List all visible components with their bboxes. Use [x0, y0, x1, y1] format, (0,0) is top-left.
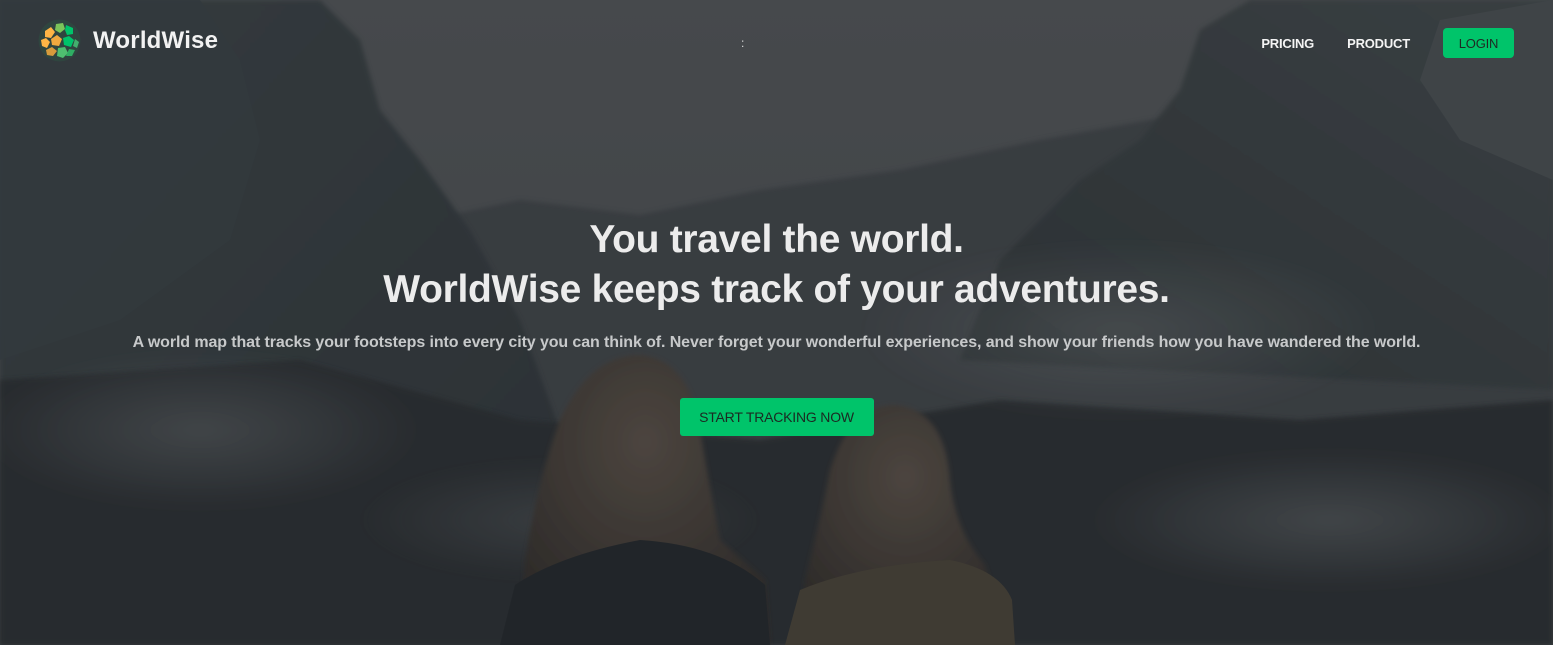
login-button[interactable]: LOGIN	[1443, 28, 1514, 58]
cta-wrapper: START TRACKING NOW	[0, 398, 1553, 436]
hero-headline-line1: You travel the world.	[589, 218, 964, 261]
hero-headline: You travel the world. WorldWise keeps tr…	[0, 215, 1553, 315]
hero-content: You travel the world. WorldWise keeps tr…	[0, 215, 1553, 436]
nav-center-text: :	[741, 36, 745, 50]
brand-logo[interactable]: WorldWise	[37, 18, 218, 63]
hero-headline-line2: WorldWise keeps track of your adventures…	[383, 268, 1170, 311]
brand-name: WorldWise	[93, 26, 219, 54]
globe-hexagon-icon	[38, 19, 81, 62]
nav-link-pricing[interactable]: PRICING	[1261, 36, 1314, 51]
hero-subline: A world map that tracks your footsteps i…	[132, 334, 1421, 351]
top-navigation: WorldWise : PRICING PRODUCT LOGIN	[0, 0, 1553, 84]
nav-link-product[interactable]: PRODUCT	[1347, 36, 1410, 51]
nav-links: PRICING PRODUCT LOGIN	[1261, 28, 1514, 58]
hero-section: WorldWise : PRICING PRODUCT LOGIN You tr…	[0, 0, 1553, 645]
start-tracking-button[interactable]: START TRACKING NOW	[679, 398, 874, 436]
